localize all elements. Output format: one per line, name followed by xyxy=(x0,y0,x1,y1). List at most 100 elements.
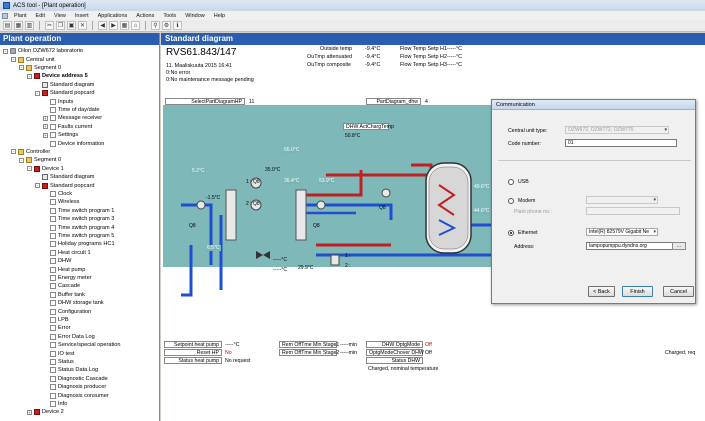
forward-arrow-icon[interactable]: ▶ xyxy=(109,21,118,30)
tree-item[interactable]: Wireless xyxy=(43,198,79,206)
page-icon xyxy=(50,283,56,290)
tree-item[interactable]: - Central unit xyxy=(11,55,55,63)
collapse-icon[interactable]: - xyxy=(19,65,24,71)
tree-item[interactable]: Time switch program 5 xyxy=(43,232,114,240)
tree-item[interactable]: Diagnosis producer xyxy=(43,383,106,391)
collapse-icon[interactable]: - xyxy=(3,48,8,54)
tree-item[interactable]: Time of day/date xyxy=(43,106,99,114)
finish-button[interactable]: Finish xyxy=(622,286,653,297)
tree-item[interactable]: Heat circuit 1 xyxy=(43,249,91,257)
collapse-icon[interactable]: - xyxy=(35,183,40,189)
settings-icon[interactable]: ⚙ xyxy=(162,21,171,30)
tree-item[interactable]: + Faults current xyxy=(43,123,92,131)
tree-item[interactable]: Error Data Log xyxy=(43,333,95,341)
dhw-operating-mode-value[interactable]: Off xyxy=(425,342,432,348)
part-diagram-dhw-label: PartDiagram_dhw xyxy=(366,98,421,105)
tree-item[interactable]: Status Data Log xyxy=(43,366,98,374)
menu-plant[interactable]: Plant xyxy=(10,13,32,19)
connect-icon[interactable]: ⚲ xyxy=(151,21,160,30)
collapse-icon[interactable]: - xyxy=(11,149,16,155)
tree-item[interactable]: DHW xyxy=(43,257,71,265)
collapse-icon[interactable]: - xyxy=(19,157,24,163)
menu-tools[interactable]: Tools xyxy=(159,13,181,19)
menu-help[interactable]: Help xyxy=(210,13,230,19)
tree-item[interactable]: Diagnosis consumer xyxy=(43,391,109,399)
collapse-icon[interactable]: - xyxy=(27,73,32,79)
pump xyxy=(196,200,206,210)
tree-item[interactable]: - Segment 0 xyxy=(19,156,61,164)
reset-hp-value[interactable]: No xyxy=(225,350,232,356)
tree-item[interactable]: IO test xyxy=(43,349,74,357)
menu-edit[interactable]: Edit xyxy=(32,13,50,19)
menu-window[interactable]: Window xyxy=(181,13,210,19)
tree-item[interactable]: LPB xyxy=(43,316,69,324)
tree-item[interactable]: Service/special operation xyxy=(43,341,121,349)
tree-item[interactable]: - Device 1 xyxy=(27,165,64,173)
tree-item[interactable]: DHW storage tank xyxy=(43,299,104,307)
tree-item[interactable]: Status xyxy=(43,358,74,366)
tree-item[interactable]: Heat pump xyxy=(43,265,85,273)
tree-item[interactable]: Error xyxy=(43,324,70,332)
open-icon[interactable]: ▤ xyxy=(3,21,12,30)
page-icon xyxy=(50,333,56,340)
ethernet-adapter-select[interactable]: Intel(R) 82579V Gigabit Ne ▾ xyxy=(586,228,658,236)
tree-item[interactable]: Standard diagram xyxy=(35,81,94,89)
collapse-icon[interactable]: - xyxy=(35,90,40,96)
expand-icon[interactable]: + xyxy=(27,409,32,415)
tree-item[interactable]: Time switch program 4 xyxy=(43,223,114,231)
home-icon[interactable]: ⌂ xyxy=(131,21,140,30)
tree-item[interactable]: Clock xyxy=(43,190,72,198)
chevron-down-icon: ▾ xyxy=(653,229,656,235)
tree-item[interactable]: Time switch program 1 xyxy=(43,207,114,215)
modem-select[interactable]: ▾ xyxy=(586,196,658,204)
tree-item[interactable]: - Oilon OZW672 laboratorio xyxy=(3,47,83,55)
delete-icon[interactable]: ✕ xyxy=(78,21,87,30)
cut-icon[interactable]: ✂ xyxy=(45,21,54,30)
copy-icon[interactable]: ❐ xyxy=(56,21,65,30)
grid-icon[interactable]: ▦ xyxy=(120,21,129,30)
menu-view[interactable]: View xyxy=(50,13,71,19)
tree-item[interactable]: Buffer tank xyxy=(43,291,85,299)
save-icon[interactable]: ▦ xyxy=(14,21,23,30)
address-input[interactable]: lampopumppu.dyndns.org xyxy=(586,242,680,250)
tree-item[interactable]: + Device 2 xyxy=(27,408,64,416)
info-icon[interactable]: ℹ xyxy=(173,21,182,30)
tree-item[interactable]: Time switch program 3 xyxy=(43,215,114,223)
plant-phone-input[interactable] xyxy=(586,207,680,215)
tree-item[interactable]: - Segment 0 xyxy=(19,64,61,72)
tree-item[interactable]: + Message receiver xyxy=(43,114,102,122)
tree-item[interactable]: Info xyxy=(43,400,67,408)
expand-icon[interactable]: + xyxy=(43,132,48,138)
browse-button[interactable]: ... xyxy=(672,242,686,250)
tree-item[interactable]: - Standard popcard xyxy=(35,181,94,189)
tree-item[interactable]: + Settings xyxy=(43,131,78,139)
modem-radio[interactable] xyxy=(508,198,514,204)
usb-radio[interactable] xyxy=(508,179,514,185)
menu-insert[interactable]: Insert xyxy=(71,13,94,19)
tree-item[interactable]: Standard diagram xyxy=(35,173,94,181)
tree-item[interactable]: - Controller xyxy=(11,148,50,156)
tree-item[interactable]: Diagnostic Cascade xyxy=(43,375,108,383)
expand-icon[interactable]: + xyxy=(43,115,48,121)
cancel-button[interactable]: Cancel xyxy=(663,286,694,297)
code-number-input[interactable]: 01 xyxy=(565,139,677,147)
tree-item[interactable]: - Device address 5 xyxy=(27,72,88,80)
paste-icon[interactable]: ▣ xyxy=(67,21,76,30)
central-unit-type-select[interactable]: OZW672, OZW772, OZW775 ▾ xyxy=(565,126,669,134)
menu-actions[interactable]: Actions xyxy=(132,13,159,19)
tree-item[interactable]: Energy meter xyxy=(43,274,92,282)
back-button[interactable]: < Back xyxy=(588,286,615,297)
menu-applications[interactable]: Applications xyxy=(94,13,133,19)
expand-icon[interactable]: + xyxy=(43,124,48,130)
tree-item[interactable]: Device information xyxy=(43,139,104,147)
collapse-icon[interactable]: - xyxy=(11,57,16,63)
tree-item[interactable]: Configuration xyxy=(43,307,91,315)
tree-item[interactable]: Holiday programs HC1 xyxy=(43,240,115,248)
print-icon[interactable]: ▥ xyxy=(25,21,34,30)
back-arrow-icon[interactable]: ◀ xyxy=(98,21,107,30)
collapse-icon[interactable]: - xyxy=(27,166,32,172)
tree-item[interactable]: Inputs xyxy=(43,97,73,105)
tree-item[interactable]: - Standard popcard xyxy=(35,89,94,97)
ethernet-radio[interactable] xyxy=(508,230,514,236)
tree-item[interactable]: Cascade xyxy=(43,282,80,290)
